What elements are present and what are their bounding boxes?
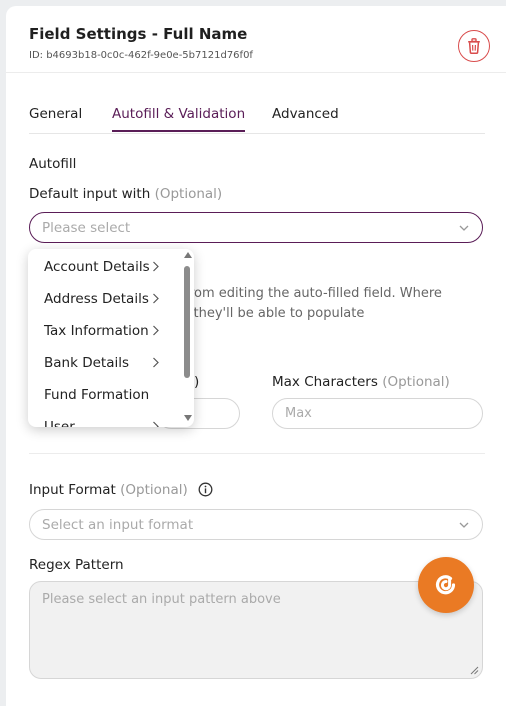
field-id: ID: b4693b18-0c0c-462f-9e0e-5b7121d76f0f	[29, 50, 253, 61]
panel-header: Field Settings - Full Name ID: b4693b18-…	[6, 6, 506, 73]
default-input-label: Default input with (Optional)	[29, 186, 222, 202]
chevron-right-icon	[152, 293, 160, 304]
chevron-right-icon	[152, 325, 160, 336]
optional-tag: (Optional)	[382, 374, 450, 390]
dropdown-item-tax-information[interactable]: Tax Information	[28, 315, 178, 347]
dropdown-item-label: Account Details	[44, 259, 150, 275]
optional-tag: (Optional)	[120, 482, 188, 498]
resize-handle-icon[interactable]	[470, 666, 479, 675]
regex-pattern-label: Regex Pattern	[29, 557, 124, 573]
scroll-up-arrow-icon[interactable]	[184, 252, 192, 258]
default-input-placeholder: Please select	[42, 220, 130, 236]
trash-icon	[467, 38, 481, 54]
dropdown-item-account-details[interactable]: Account Details	[28, 251, 178, 283]
autofill-options-dropdown: Account Details Address Details Tax Info…	[28, 249, 194, 427]
max-characters-label-text: Max Characters	[272, 374, 378, 390]
dropdown-item-label: User	[44, 419, 75, 427]
chevron-right-icon	[152, 261, 160, 272]
dropdown-item-label: Tax Information	[44, 323, 149, 339]
tab-advanced[interactable]: Advanced	[272, 106, 339, 130]
max-characters-placeholder: Max	[285, 406, 312, 421]
tab-general[interactable]: General	[29, 106, 82, 130]
scroll-down-arrow-icon[interactable]	[184, 415, 192, 421]
default-input-select[interactable]: Please select	[29, 212, 483, 243]
regex-pattern-placeholder: Please select an input pattern above	[42, 592, 281, 607]
dropdown-item-address-details[interactable]: Address Details	[28, 283, 178, 315]
max-characters-input[interactable]: Max	[272, 398, 483, 429]
chevron-right-icon	[152, 357, 160, 368]
autofill-section-title: Autofill	[29, 156, 76, 172]
optional-tag: (Optional)	[155, 186, 223, 202]
tab-autofill-validation[interactable]: Autofill & Validation	[112, 106, 245, 132]
dropdown-item-bank-details[interactable]: Bank Details	[28, 347, 178, 379]
regex-pattern-textarea[interactable]: Please select an input pattern above	[29, 581, 483, 679]
max-characters-label: Max Characters (Optional)	[272, 374, 450, 390]
input-format-label: Input Format (Optional)	[29, 482, 213, 498]
min-characters-label: )	[194, 374, 199, 390]
section-divider	[29, 453, 485, 454]
settings-tabs: General Autofill & Validation Advanced	[29, 106, 485, 134]
input-format-placeholder: Select an input format	[42, 517, 193, 533]
chevron-down-icon	[458, 519, 470, 531]
chevron-right-icon	[152, 421, 160, 427]
panel-title: Field Settings - Full Name	[29, 25, 247, 43]
dropdown-scrollbar-thumb[interactable]	[184, 266, 190, 378]
default-input-label-text: Default input with	[29, 186, 150, 202]
input-format-label-text: Input Format	[29, 482, 116, 498]
chat-logo-icon	[433, 572, 459, 598]
dropdown-item-label: Address Details	[44, 291, 149, 307]
dropdown-item-label: Bank Details	[44, 355, 129, 371]
dropdown-item-label: Fund Formation	[44, 387, 149, 403]
chevron-down-icon	[458, 222, 470, 234]
dropdown-item-fund-formation[interactable]: Fund Formation	[28, 379, 178, 411]
info-icon[interactable]	[198, 482, 213, 497]
input-format-select[interactable]: Select an input format	[29, 509, 483, 540]
dropdown-item-user[interactable]: User	[28, 411, 178, 427]
chat-launcher-button[interactable]	[418, 557, 474, 613]
delete-field-button[interactable]	[458, 30, 490, 62]
